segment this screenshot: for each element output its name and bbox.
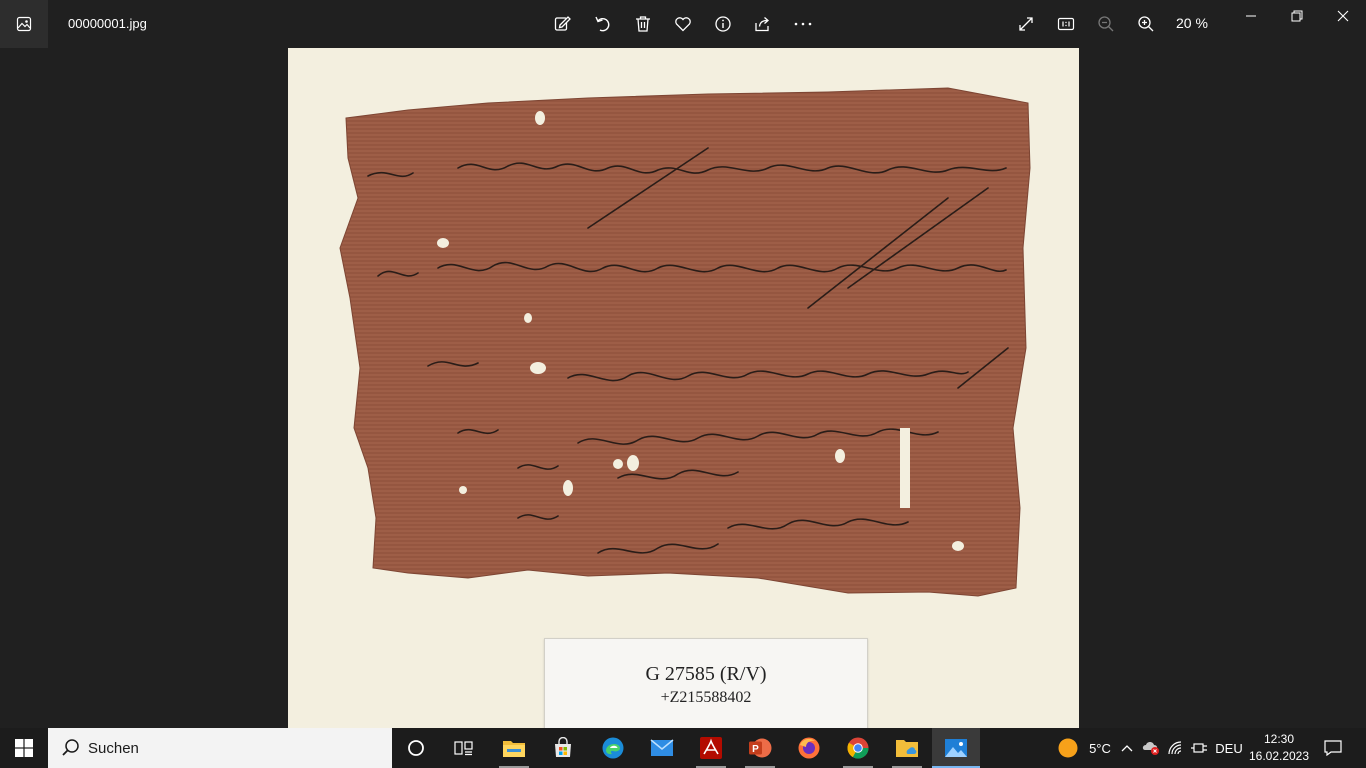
chrome-icon	[847, 737, 869, 759]
edge-icon	[602, 737, 624, 759]
zoom-in-button[interactable]	[1134, 12, 1158, 36]
tray-power[interactable]	[1188, 728, 1210, 768]
favorite-button[interactable]	[671, 12, 695, 36]
taskbar-app-chrome[interactable]	[834, 728, 882, 768]
taskbar-app-store[interactable]	[539, 728, 587, 768]
taskbar-app-firefox[interactable]	[785, 728, 833, 768]
actual-size-icon	[1057, 17, 1075, 31]
zoom-out-icon	[1098, 16, 1114, 32]
image-viewer[interactable]: G 27585 (R/V) +Z215588402	[0, 48, 1366, 728]
weather-widget[interactable]: 5°C	[1046, 728, 1122, 768]
taskbar-app-photos[interactable]	[932, 728, 980, 768]
photos-app-icon[interactable]	[0, 0, 48, 48]
favorite-icon	[675, 17, 691, 32]
task-view-icon	[454, 741, 473, 756]
fullscreen-icon	[1019, 17, 1033, 31]
cortana-button[interactable]	[392, 728, 440, 768]
firefox-icon	[798, 737, 820, 759]
system-clock[interactable]: 12:30 16.02.2023	[1244, 731, 1314, 765]
close-button[interactable]	[1320, 0, 1366, 32]
info-icon	[715, 16, 731, 32]
photo-canvas: G 27585 (R/V) +Z215588402	[288, 48, 1079, 728]
notification-icon	[1324, 740, 1342, 756]
start-button[interactable]	[0, 728, 48, 768]
task-view-button[interactable]	[440, 728, 488, 768]
actual-size-button[interactable]	[1054, 12, 1078, 36]
more-button[interactable]	[791, 12, 815, 36]
fullscreen-button[interactable]	[1014, 12, 1038, 36]
taskbar-app-acrobat[interactable]	[687, 728, 735, 768]
mail-icon	[650, 739, 674, 756]
taskbar-app-file-explorer[interactable]	[490, 728, 538, 768]
weather-sun-icon	[1058, 738, 1078, 758]
specimen-id: G 27585 (R/V)	[645, 663, 767, 685]
rotate-icon	[595, 16, 610, 32]
clock-time: 12:30	[1263, 732, 1295, 746]
file-name: 00000001.jpg	[68, 16, 147, 31]
share-button[interactable]	[751, 12, 775, 36]
photos-icon	[945, 739, 967, 757]
taskbar-app-folder[interactable]	[883, 728, 931, 768]
restore-icon	[1291, 10, 1303, 22]
folder-icon	[896, 740, 918, 757]
edit-image-icon	[554, 16, 571, 31]
restore-button[interactable]	[1274, 0, 1320, 32]
wifi-icon	[1168, 741, 1182, 755]
taskbar: P 5°C DEU 12:30 16.02.2023	[0, 728, 1366, 768]
windows-logo-icon	[15, 739, 33, 757]
share-icon	[755, 17, 769, 32]
zoom-level[interactable]: 20 %	[1176, 15, 1208, 31]
zoom-in-icon	[1138, 16, 1154, 32]
search-input[interactable]	[88, 739, 368, 757]
taskbar-app-mail[interactable]	[638, 728, 686, 768]
tray-language[interactable]: DEU	[1212, 728, 1246, 768]
file-explorer-icon	[503, 741, 525, 757]
taskbar-app-powerpoint[interactable]: P	[736, 728, 784, 768]
clock-date: 16.02.2023	[1248, 749, 1310, 763]
tray-network[interactable]	[1164, 728, 1186, 768]
title-bar: 00000001.jpg 20 %	[0, 0, 1366, 48]
show-hidden-icons-button[interactable]	[1116, 728, 1138, 768]
minimize-button[interactable]	[1228, 0, 1274, 32]
svg-text:P: P	[752, 744, 759, 755]
search-icon	[62, 739, 79, 756]
taskbar-search[interactable]	[48, 728, 392, 768]
close-icon	[1337, 10, 1349, 22]
weather-temperature: 5°C	[1089, 740, 1111, 756]
acrobat-icon	[700, 737, 722, 759]
taskbar-app-edge[interactable]	[589, 728, 637, 768]
minimize-icon	[1246, 15, 1256, 17]
specimen-barcode: +Z215588402	[660, 689, 752, 706]
cortana-icon	[408, 740, 424, 756]
zoom-out-button[interactable]	[1094, 12, 1118, 36]
cloud-error-icon	[1142, 742, 1159, 755]
powerpoint-icon: P	[749, 738, 772, 758]
specimen-label-card: G 27585 (R/V) +Z215588402	[544, 638, 868, 728]
power-plug-icon	[1191, 743, 1207, 753]
more-icon	[794, 22, 812, 26]
rotate-button[interactable]	[591, 12, 615, 36]
papyrus-fragment-image	[339, 87, 1031, 597]
photos-icon	[16, 16, 32, 32]
edit-image-button[interactable]	[551, 12, 575, 36]
delete-icon	[636, 16, 650, 32]
delete-button[interactable]	[631, 12, 655, 36]
tray-cloud-status[interactable]	[1140, 728, 1162, 768]
microsoft-store-icon	[555, 737, 571, 757]
info-button[interactable]	[711, 12, 735, 36]
notifications-button[interactable]	[1318, 728, 1348, 768]
chevron-up-icon	[1121, 745, 1133, 752]
